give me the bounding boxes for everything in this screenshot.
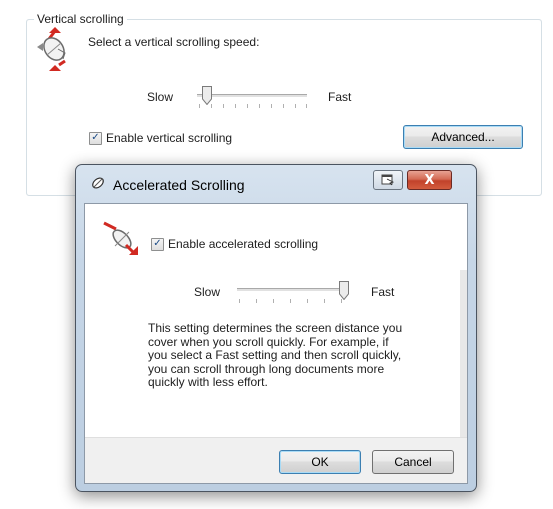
cancel-button[interactable]: Cancel xyxy=(372,450,454,474)
enable-vertical-scrolling-label: Enable vertical scrolling xyxy=(106,131,233,145)
context-help-button[interactable] xyxy=(373,170,403,190)
accelerated-scroll-icon xyxy=(103,221,138,255)
vertical-speed-track xyxy=(197,94,307,97)
enable-accelerated-scrolling-label: Enable accelerated scrolling xyxy=(168,237,319,251)
vertical-fast-label: Fast xyxy=(328,90,352,104)
vertical-speed-slider-thumb[interactable] xyxy=(202,86,212,105)
accel-fast-label: Fast xyxy=(371,285,395,299)
dialog-footer: OK Cancel xyxy=(85,437,467,483)
dialog-titlebar[interactable]: Accelerated Scrolling X xyxy=(76,165,476,203)
accelerated-scrolling-dialog: Accelerated Scrolling X ✓ Enable acceler… xyxy=(75,164,477,492)
enable-vertical-scrolling-row[interactable]: ✓ Enable vertical scrolling xyxy=(89,131,232,145)
window-icon xyxy=(381,174,395,186)
scrollbar-strip xyxy=(460,270,467,440)
dialog-title: Accelerated Scrolling xyxy=(113,177,245,193)
vertical-slow-label: Slow xyxy=(147,90,174,104)
advanced-button[interactable]: Advanced... xyxy=(403,125,523,149)
accel-description: This setting determines the screen dista… xyxy=(148,321,403,389)
ok-button[interactable]: OK xyxy=(279,450,361,474)
vertical-scroll-icon xyxy=(37,27,66,71)
vertical-speed-label: Select a vertical scrolling speed: xyxy=(88,35,260,49)
accel-speed-track xyxy=(237,288,349,291)
enable-vertical-scrolling-checkbox[interactable]: ✓ xyxy=(89,131,102,145)
close-button[interactable]: X xyxy=(407,170,452,190)
pointer-scroll-icon xyxy=(92,177,104,189)
enable-accelerated-scrolling-row[interactable]: ✓ Enable accelerated scrolling xyxy=(151,237,318,251)
dialog-client-area: ✓ Enable accelerated scrolling Slow Fast… xyxy=(84,203,468,484)
vertical-scrolling-legend: Vertical scrolling xyxy=(34,12,127,26)
vertical-speed-ticks xyxy=(199,104,307,109)
accel-speed-ticks xyxy=(239,299,347,304)
accel-speed-slider-thumb[interactable] xyxy=(339,281,349,300)
accel-slow-label: Slow xyxy=(194,285,221,299)
enable-accelerated-scrolling-checkbox[interactable]: ✓ xyxy=(151,237,164,251)
close-icon: X xyxy=(424,172,435,188)
